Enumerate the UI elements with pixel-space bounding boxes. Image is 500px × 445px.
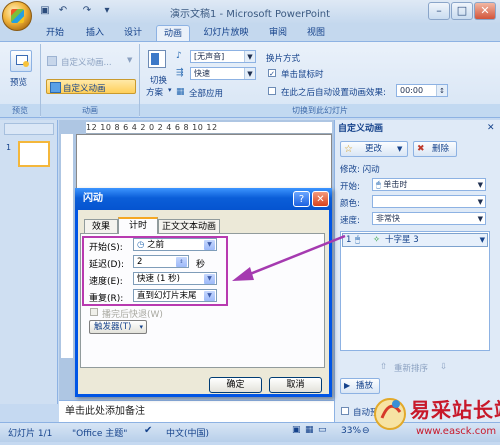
zoom-level: 33%	[341, 426, 362, 436]
tab-timing[interactable]: 计时	[118, 217, 158, 234]
zoom-out-icon[interactable]: ⊖	[362, 426, 370, 436]
watermark-url: www.easck.com	[416, 426, 497, 437]
annotation-arrow	[232, 234, 346, 281]
slideshow-view-icon[interactable]: ▭	[318, 425, 327, 435]
normal-view-icon[interactable]: ▣	[292, 425, 301, 435]
watermark-text: 易采站长站	[410, 398, 500, 422]
theme-name: "Office 主题"	[72, 429, 128, 439]
spellcheck-icon[interactable]: ✔	[144, 425, 152, 436]
office-button[interactable]	[2, 1, 32, 31]
sorter-view-icon[interactable]: ▦	[305, 425, 314, 435]
watermark: 易采站长站 www.easck.com	[372, 392, 500, 442]
language: 中文(中国)	[166, 429, 210, 439]
office-logo-icon	[11, 9, 24, 23]
slide-info: 幻灯片 1/1	[8, 429, 53, 439]
